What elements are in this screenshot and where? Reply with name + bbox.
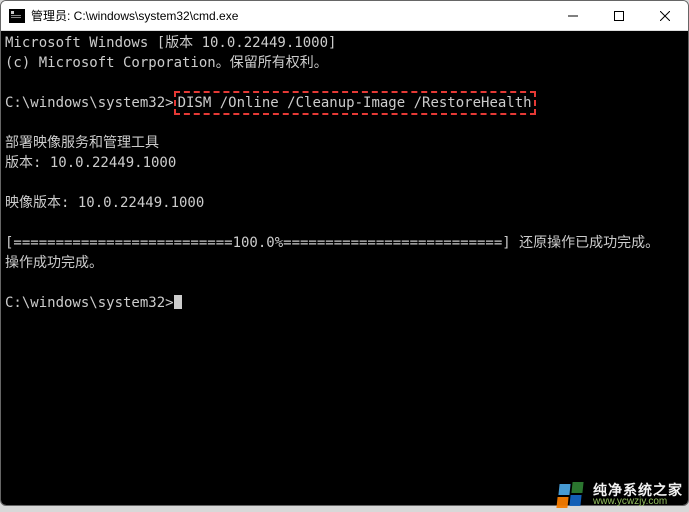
output-line: 映像版本: 10.0.22449.1000 — [5, 195, 204, 211]
titlebar[interactable]: 管理员: C:\windows\system32\cmd.exe — [1, 1, 688, 31]
prompt-path: C:\windows\system32> — [5, 295, 174, 311]
watermark-text: 纯净系统之家 www.ycwzjy.com — [593, 483, 683, 507]
terminal-area[interactable]: Microsoft Windows [版本 10.0.22449.1000] (… — [1, 31, 688, 505]
watermark-title: 纯净系统之家 — [593, 483, 683, 497]
output-line: 操作成功完成。 — [5, 255, 103, 271]
window-title: 管理员: C:\windows\system32\cmd.exe — [31, 7, 238, 24]
highlighted-command: DISM /Online /Cleanup-Image /RestoreHeal… — [174, 91, 536, 115]
output-line: 部署映像服务和管理工具 — [5, 135, 159, 151]
output-line: (c) Microsoft Corporation。保留所有权利。 — [5, 55, 328, 71]
prompt-path: C:\windows\system32> — [5, 95, 174, 111]
output-line: Microsoft Windows [版本 10.0.22449.1000] — [5, 35, 336, 51]
cmd-window: 管理员: C:\windows\system32\cmd.exe Microso… — [0, 0, 689, 506]
minimize-button[interactable] — [550, 1, 596, 31]
cmd-icon — [9, 9, 25, 23]
watermark-logo-icon — [557, 482, 587, 508]
output-line: 版本: 10.0.22449.1000 — [5, 155, 176, 171]
watermark: 纯净系统之家 www.ycwzjy.com — [557, 482, 683, 508]
close-button[interactable] — [642, 1, 688, 31]
progress-line: [==========================100.0%=======… — [5, 235, 659, 251]
cursor — [174, 295, 182, 309]
maximize-button[interactable] — [596, 1, 642, 31]
watermark-url: www.ycwzjy.com — [593, 497, 683, 507]
